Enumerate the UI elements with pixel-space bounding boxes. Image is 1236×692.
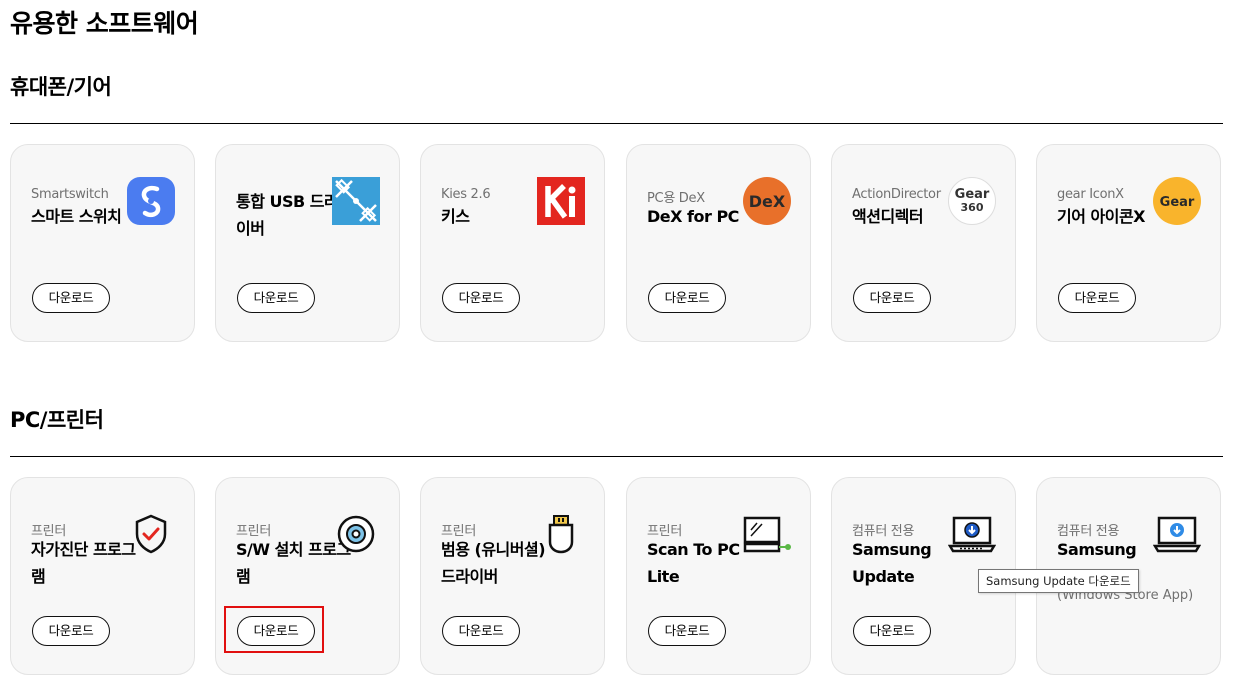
download-button[interactable]: 다운로드 xyxy=(853,616,931,646)
download-button[interactable]: 다운로드 xyxy=(32,283,110,313)
page-title: 유용한 소프트웨어 xyxy=(10,9,199,38)
card-scan-to-pc: 프린터 Scan To PC Lite 다운로드 xyxy=(626,477,811,675)
download-button[interactable]: 다운로드 xyxy=(237,283,315,313)
section-title-mobile: 휴대폰/기어 xyxy=(10,75,112,99)
card-usb-driver: 통합 USB 드라이버 다운로드 xyxy=(215,144,400,342)
card-action-director: ActionDirector 액션디렉터 Gear 360 다운로드 xyxy=(831,144,1016,342)
section-title-pc: PC/프린터 xyxy=(10,408,104,432)
shield-check-icon xyxy=(135,514,167,554)
card-subtitle: gear IconX xyxy=(1057,187,1124,202)
gear-360-icon: Gear 360 xyxy=(948,177,996,225)
gear-icon-text: Gear xyxy=(1160,195,1195,210)
section-divider xyxy=(10,123,1223,124)
download-button[interactable]: 다운로드 xyxy=(853,283,931,313)
tooltip: Samsung Update 다운로드 xyxy=(978,569,1139,593)
gear-icon-text: Gear xyxy=(955,187,990,202)
download-button[interactable]: 다운로드 xyxy=(648,283,726,313)
download-button[interactable]: 다운로드 xyxy=(32,616,110,646)
gear-360-text: 360 xyxy=(961,201,984,214)
laptop-download-icon xyxy=(1153,516,1201,553)
card-dex: PC용 DeX DeX for PC DeX 다운로드 xyxy=(626,144,811,342)
card-subtitle: ActionDirector xyxy=(852,187,941,202)
card-subtitle: Smartswitch xyxy=(31,187,109,202)
dex-icon: DeX xyxy=(743,177,791,225)
card-smart-switch: Smartswitch 스마트 스위치 다운로드 xyxy=(10,144,195,342)
scanner-laptop-icon xyxy=(743,516,791,553)
download-button[interactable]: 다운로드 xyxy=(442,616,520,646)
dex-icon-text: DeX xyxy=(749,192,786,211)
usb-plug-icon xyxy=(548,515,574,554)
usb-driver-icon xyxy=(332,177,380,225)
card-subtitle: Kies 2.6 xyxy=(441,187,491,202)
laptop-download-icon xyxy=(948,516,996,553)
download-button[interactable]: 다운로드 xyxy=(648,616,726,646)
card-gear-iconx: gear IconX 기어 아이콘X Gear 다운로드 xyxy=(1036,144,1221,342)
kies-icon xyxy=(537,177,585,225)
smart-switch-icon xyxy=(127,177,175,225)
download-button[interactable]: 다운로드 xyxy=(1058,283,1136,313)
gear-iconx-icon: Gear xyxy=(1153,177,1201,225)
card-kies: Kies 2.6 키스 다운로드 xyxy=(420,144,605,342)
highlight-box xyxy=(224,606,324,653)
card-universal-driver: 프린터 범용 (유니버셜) 드라이버 다운로드 xyxy=(420,477,605,675)
section-divider xyxy=(10,456,1223,457)
card-self-diagnosis: 프린터 자가진단 프로그램 다운로드 xyxy=(10,477,195,675)
disc-icon xyxy=(337,515,375,553)
download-button[interactable]: 다운로드 xyxy=(442,283,520,313)
